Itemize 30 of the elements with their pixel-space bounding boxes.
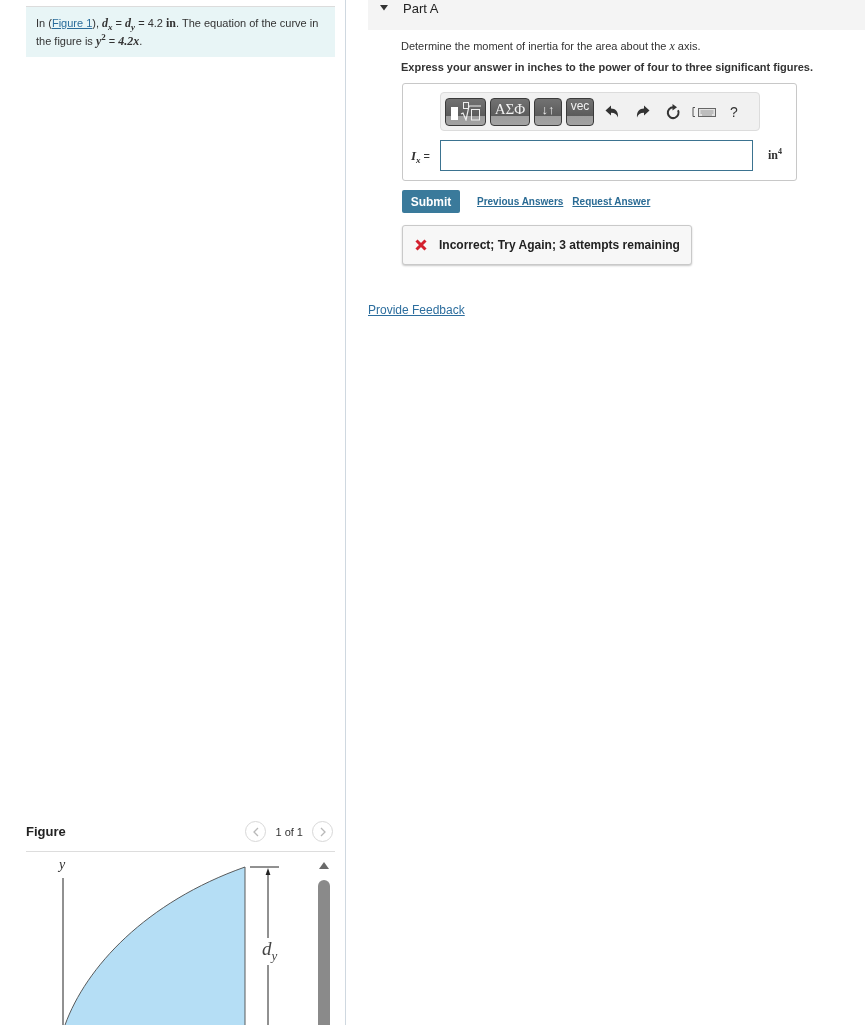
- submit-button[interactable]: Submit: [402, 190, 460, 213]
- keyboard-icon: [691, 105, 716, 118]
- greek-symbols-button[interactable]: ΑΣΦ: [490, 97, 530, 126]
- redo-icon: [635, 105, 650, 118]
- figure-title: Figure: [26, 824, 66, 839]
- provide-feedback-link[interactable]: Provide Feedback: [368, 303, 465, 317]
- figure-counter: 1 of 1: [275, 825, 303, 838]
- chevron-right-icon: [319, 826, 326, 837]
- part-header[interactable]: Part A: [368, 0, 865, 30]
- undo-icon: [604, 105, 619, 118]
- templates-button[interactable]: [445, 97, 486, 126]
- question-text: Determine the moment of inertia for the area about the x axis.: [401, 39, 702, 53]
- root-template-icon: [450, 102, 481, 121]
- feedback-message: Incorrect; Try Again; 3 attempts remaining: [439, 238, 680, 252]
- answer-field[interactable]: [440, 140, 753, 171]
- chevron-left-icon: [252, 826, 259, 837]
- arrows-button[interactable]: ↓↑: [534, 97, 562, 126]
- instruction-text: Express your answer in inches to the power of four to three significant figures.: [401, 60, 814, 74]
- previous-answers-link[interactable]: Previous Answers: [477, 196, 564, 207]
- problem-text: In (Figure 1), d$_{x}$ = d$_{y}$ = 4.2 in. The equation of the curve in the figure is y$^{2}$ = 4.2x.: [26, 6, 335, 57]
- scroll-up-icon[interactable]: [319, 862, 329, 869]
- unit-label: in$^{4}$: [768, 148, 782, 163]
- help-button[interactable]: ?: [720, 99, 748, 124]
- vector-button[interactable]: vec: [566, 97, 594, 126]
- figure-link[interactable]: Figure 1: [51, 17, 93, 29]
- y-axis-label: y: [59, 857, 66, 873]
- reset-icon: [666, 103, 681, 120]
- scrollbar-thumb[interactable]: [318, 880, 330, 1025]
- variable-label: I$_{x}$ =: [411, 147, 432, 164]
- request-answer-link[interactable]: Request Answer: [572, 196, 651, 207]
